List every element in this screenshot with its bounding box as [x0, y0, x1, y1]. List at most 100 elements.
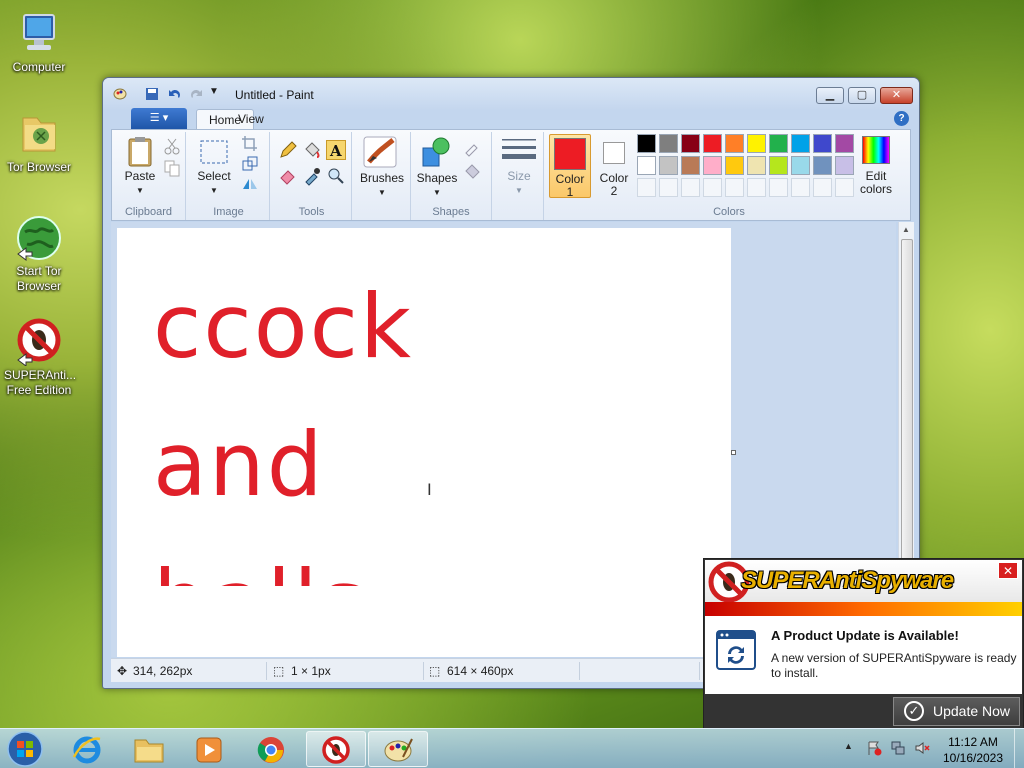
update-now-button[interactable]: ✓ Update Now	[893, 697, 1020, 726]
brushes-label: Brushes	[359, 171, 405, 185]
update-notification: SUPERAntiSpyware ✕ A Product Update is A…	[703, 558, 1024, 729]
maximize-button[interactable]: ▢	[848, 87, 876, 104]
palette-color-swatch[interactable]	[747, 156, 766, 175]
magnifier-icon[interactable]	[326, 166, 346, 186]
start-button[interactable]	[6, 730, 44, 768]
clock-date: 10/16/2023	[942, 751, 1004, 765]
desktop-icon-start-tor-browser[interactable]: Start Tor Browser	[4, 214, 74, 294]
brushes-button[interactable]: Brushes ▼	[354, 132, 410, 220]
redo-icon[interactable]	[189, 87, 204, 101]
desktop-icon-label: Start Tor Browser	[16, 264, 62, 293]
color2-button[interactable]: Color 2	[593, 134, 635, 198]
palette-color-swatch[interactable]	[681, 134, 700, 153]
taskbar-superantispyware[interactable]	[306, 731, 366, 767]
custom-color-slot[interactable]	[791, 178, 810, 197]
desktop-icon-label: SUPERAnti... Free Edition	[4, 368, 77, 397]
palette-color-swatch[interactable]	[725, 134, 744, 153]
save-icon[interactable]	[145, 87, 160, 101]
paint-app-icon[interactable]	[113, 87, 128, 101]
custom-color-slot[interactable]	[725, 178, 744, 197]
palette-color-swatch[interactable]	[637, 156, 656, 175]
group-label-tools: Tools	[298, 206, 325, 218]
undo-icon[interactable]	[167, 87, 182, 101]
color1-button[interactable]: Color 1	[549, 134, 591, 199]
palette-color-swatch[interactable]	[769, 156, 788, 175]
image-size: 614 × 460px	[447, 664, 514, 678]
crop-icon[interactable]	[240, 134, 260, 154]
palette-color-swatch[interactable]	[769, 134, 788, 153]
paste-button[interactable]: Paste ▼	[118, 136, 162, 198]
palette-color-swatch[interactable]	[813, 156, 832, 175]
customize-qat-chevron-down-icon[interactable]: ▼	[209, 86, 224, 100]
copy-icon[interactable]	[162, 158, 182, 178]
custom-color-slot[interactable]	[659, 178, 678, 197]
minimize-button[interactable]: ▁	[816, 87, 844, 104]
chevron-down-icon: ▼	[136, 186, 144, 195]
taskbar-internet-explorer[interactable]	[58, 731, 118, 767]
palette-color-swatch[interactable]	[681, 156, 700, 175]
color-picker-icon[interactable]	[302, 166, 322, 186]
desktop-icon-superantispyware[interactable]: SUPERAnti... Free Edition	[4, 318, 77, 398]
fill-icon[interactable]	[463, 160, 483, 180]
desktop-icon-tor-browser[interactable]: Tor Browser	[4, 110, 74, 175]
notification-heading: A Product Update is Available!	[771, 628, 959, 643]
shapes-button[interactable]: Shapes ▼	[415, 136, 459, 198]
cut-icon[interactable]	[162, 136, 182, 156]
size-button[interactable]: Size ▼	[494, 132, 544, 220]
folder-icon	[15, 110, 63, 158]
custom-color-slot[interactable]	[703, 178, 722, 197]
custom-color-slot[interactable]	[681, 178, 700, 197]
palette-color-swatch[interactable]	[791, 134, 810, 153]
network-icon[interactable]	[890, 740, 906, 756]
canvas-resize-handle[interactable]	[731, 450, 736, 455]
palette-color-swatch[interactable]	[791, 156, 810, 175]
text-tool-icon[interactable]: A	[326, 140, 346, 160]
palette-color-swatch[interactable]	[813, 134, 832, 153]
resize-icon[interactable]	[240, 154, 260, 174]
scrollbar-thumb[interactable]	[901, 239, 913, 569]
eraser-icon[interactable]	[278, 166, 298, 186]
palette-color-swatch[interactable]	[835, 134, 854, 153]
scroll-up-icon[interactable]: ▲	[902, 225, 910, 234]
rotate-icon[interactable]	[240, 174, 260, 194]
title-bar[interactable]: ▼ Untitled - Paint ▁ ▢ ✕	[103, 78, 919, 110]
drawing-canvas[interactable]: ccock and balls I	[117, 228, 731, 657]
group-shapes: Shapes ▼ Shapes	[410, 132, 492, 220]
notification-close-button[interactable]: ✕	[998, 562, 1018, 579]
palette-color-swatch[interactable]	[725, 156, 744, 175]
action-center-flag-icon[interactable]	[866, 740, 882, 756]
palette-color-swatch[interactable]	[835, 156, 854, 175]
custom-color-slot[interactable]	[769, 178, 788, 197]
show-hidden-icons-button[interactable]: ▲	[844, 741, 853, 751]
edit-colors-button[interactable]: Edit colors	[853, 134, 901, 198]
custom-color-slot[interactable]	[835, 178, 854, 197]
desktop-icon-computer[interactable]: Computer	[4, 10, 74, 75]
tab-view[interactable]: View	[226, 109, 276, 130]
system-clock[interactable]: 11:12 AM 10/16/2023	[935, 734, 1011, 766]
help-icon[interactable]: ?	[894, 111, 909, 126]
custom-color-slot[interactable]	[813, 178, 832, 197]
palette-color-swatch[interactable]	[747, 134, 766, 153]
palette-color-swatch[interactable]	[637, 134, 656, 153]
image-size-icon: ⬚	[429, 664, 441, 678]
taskbar-paint[interactable]	[368, 731, 428, 767]
palette-color-swatch[interactable]	[659, 156, 678, 175]
file-menu-button[interactable]: ☰ ▾	[131, 108, 187, 129]
outline-icon[interactable]	[463, 138, 483, 158]
palette-color-swatch[interactable]	[703, 134, 722, 153]
fill-bucket-icon[interactable]	[302, 140, 322, 160]
show-desktop-button[interactable]	[1014, 729, 1024, 768]
taskbar-file-explorer[interactable]	[120, 731, 180, 767]
close-button[interactable]: ✕	[880, 87, 913, 104]
custom-color-slot[interactable]	[747, 178, 766, 197]
select-button[interactable]: Select ▼	[194, 136, 234, 198]
taskbar-media-player[interactable]	[180, 731, 240, 767]
taskbar-chrome[interactable]	[242, 731, 302, 767]
pencil-icon[interactable]	[278, 140, 298, 160]
palette-color-swatch[interactable]	[703, 156, 722, 175]
volume-muted-icon[interactable]	[914, 740, 930, 756]
group-label-image: Image	[213, 206, 244, 218]
desktop-icon-label: Tor Browser	[6, 160, 71, 174]
palette-color-swatch[interactable]	[659, 134, 678, 153]
custom-color-slot[interactable]	[637, 178, 656, 197]
